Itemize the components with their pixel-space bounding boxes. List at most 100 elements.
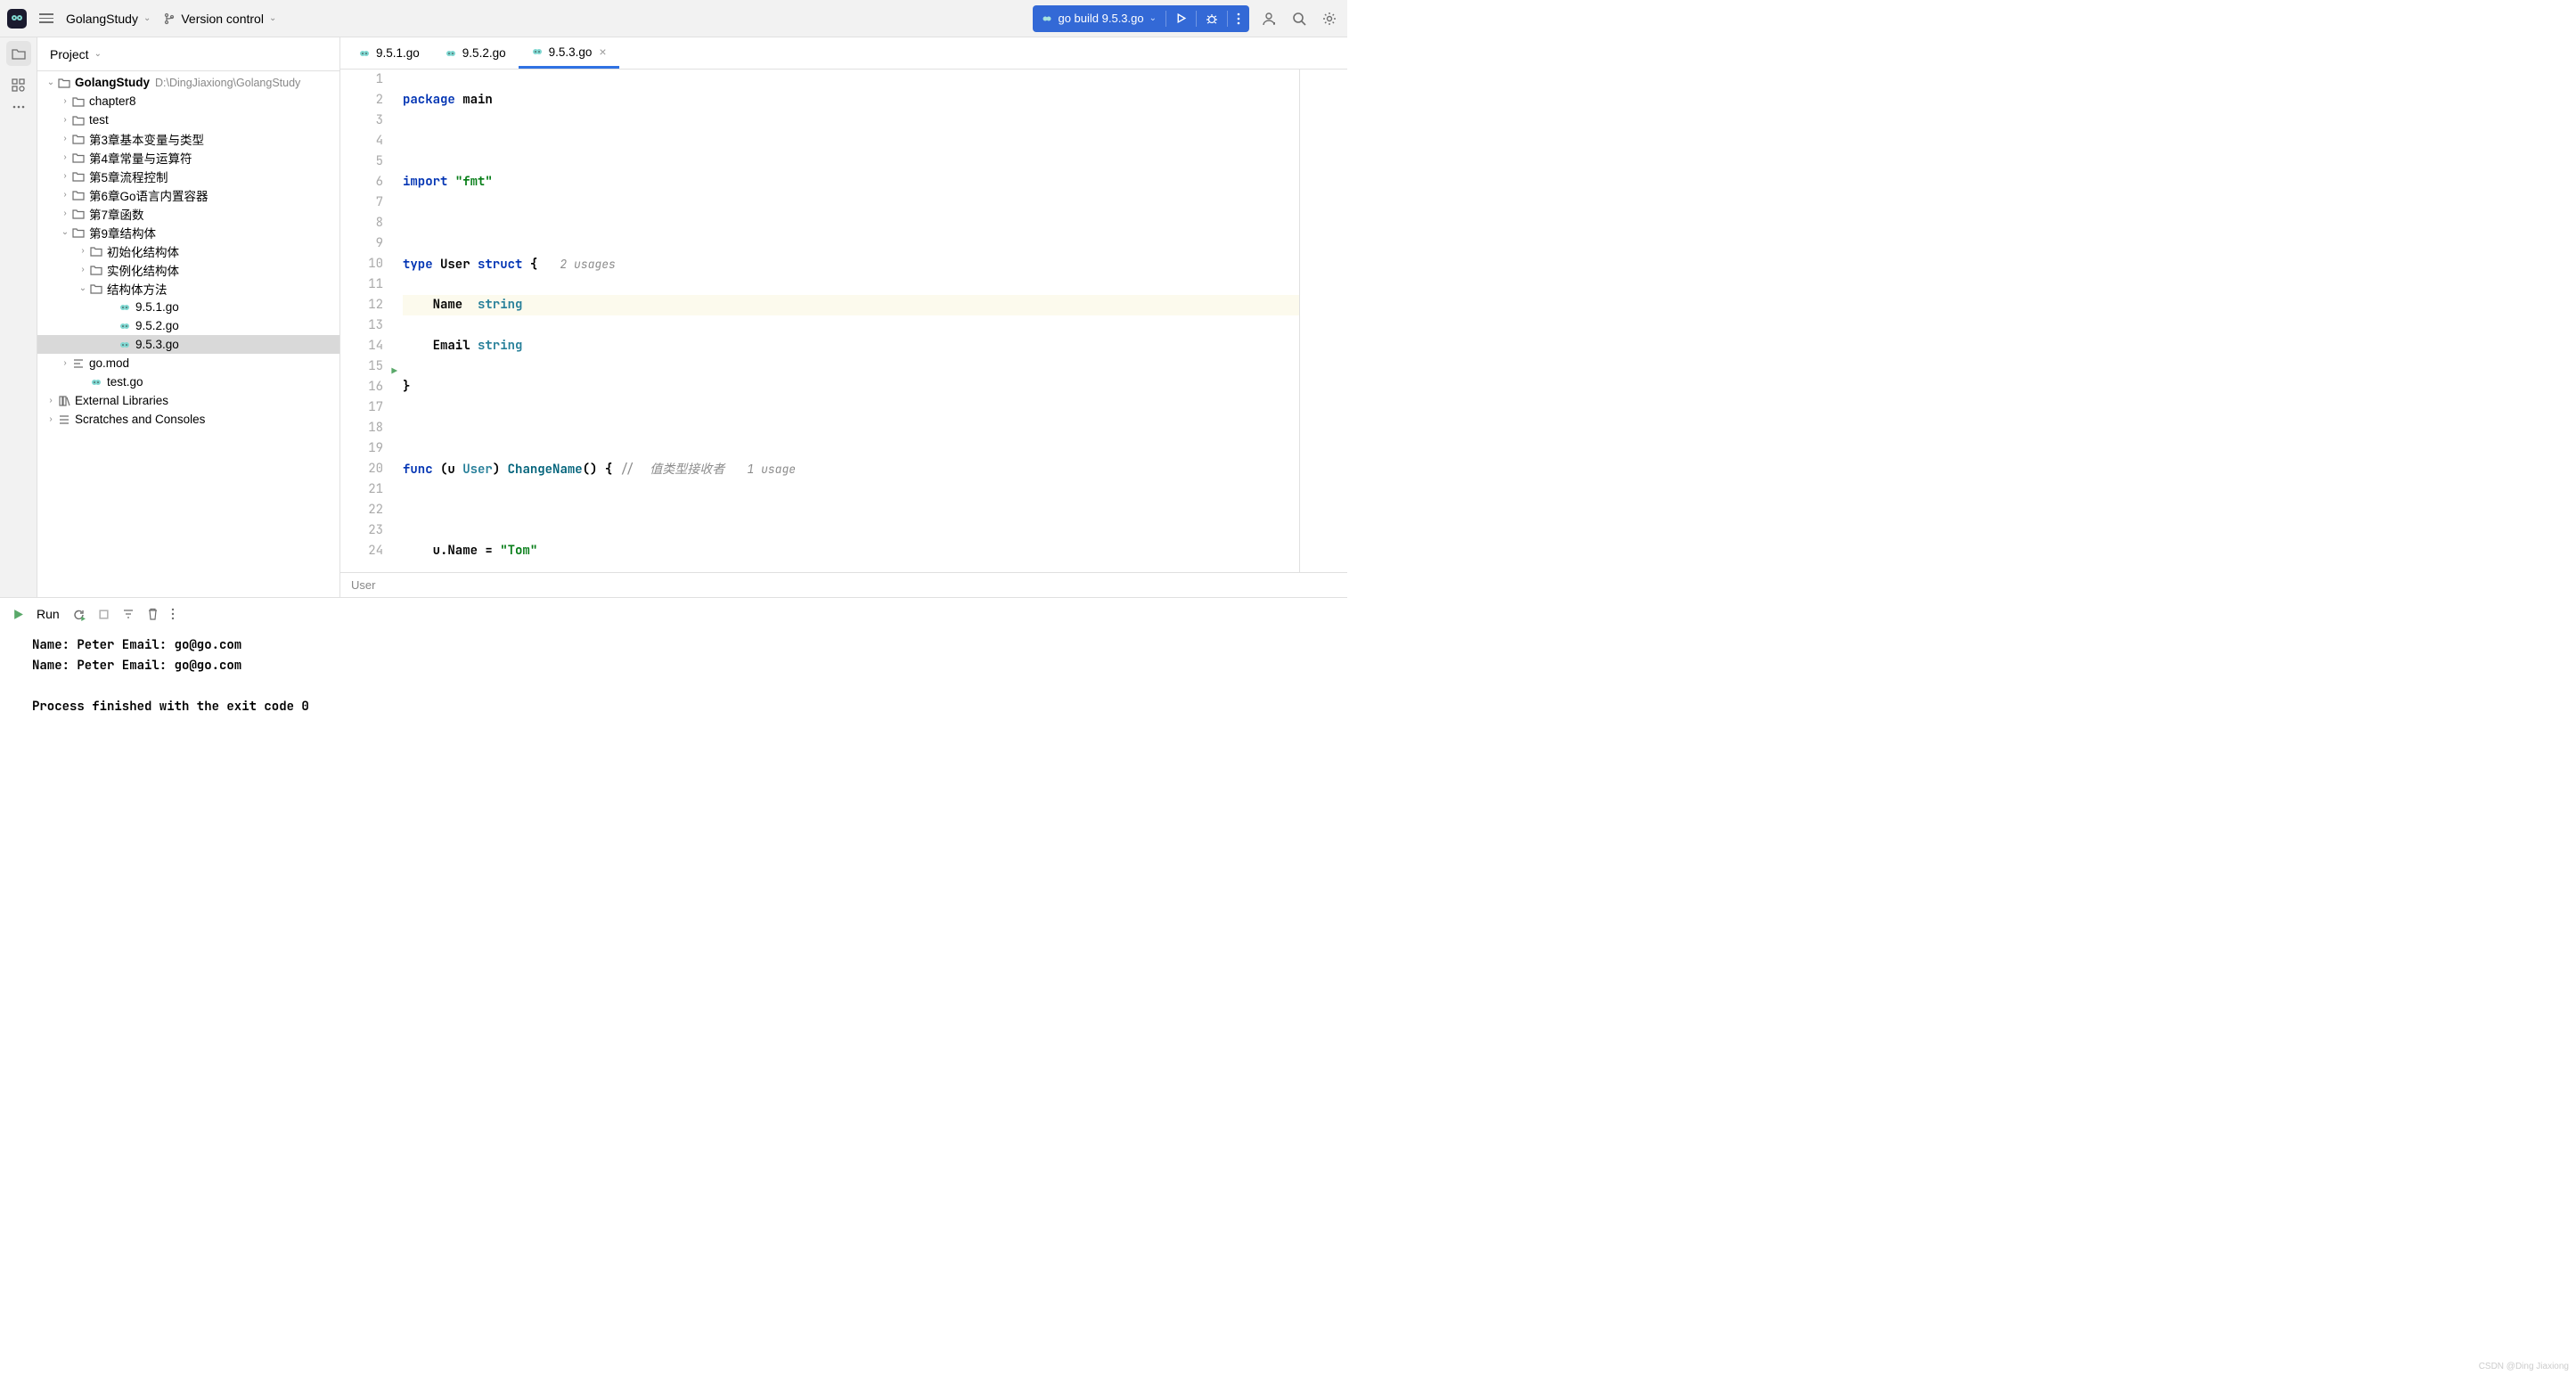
expand-toggle[interactable]: › [77,246,89,256]
hamburger-menu-icon[interactable] [39,13,53,23]
tree-node[interactable]: 9.5.2.go [37,316,339,335]
node-label: 第4章常量与运算符 [89,149,192,167]
expand-toggle[interactable]: ⌄ [45,78,57,87]
node-icon [71,134,86,144]
vcs-label: Version control [181,12,264,26]
console-exit: Process finished with the exit code 0 [32,697,1335,717]
folder-icon [57,78,71,88]
tree-node[interactable]: ⌄第9章结构体 [37,223,339,241]
tree-node[interactable]: › test [37,110,339,129]
expand-toggle[interactable]: › [59,115,71,125]
project-panel-title: Project [50,47,89,61]
expand-toggle[interactable]: › [59,134,71,143]
expand-toggle[interactable]: › [77,265,89,274]
expand-toggle[interactable]: › [59,190,71,200]
expand-toggle[interactable]: › [45,414,57,424]
editor-tab[interactable]: 9.5.2.go [432,37,519,69]
filter-icon [122,608,135,620]
tree-node[interactable]: test.go [37,372,339,391]
chevron-down-icon: ⌄ [269,13,276,23]
ellipsis-icon [12,105,25,109]
node-label: 9.5.2.go [135,319,179,332]
tree-node[interactable]: › 实例化结构体 [37,260,339,279]
tree-root[interactable]: ⌄ GolangStudy D:\DingJiaxiong\GolangStud… [37,73,339,92]
expand-toggle[interactable]: ⌄ [77,283,89,293]
node-icon [71,358,86,369]
node-icon [57,396,71,406]
tree-node[interactable]: ›第6章Go语言内置容器 [37,185,339,204]
right-gutter [1299,70,1347,572]
tree-node[interactable]: ⌄结构体方法 [37,279,339,298]
close-tab-icon[interactable]: × [599,45,606,59]
run-config-selector[interactable]: go build 9.5.3.go ⌄ [1033,5,1165,32]
tree-node[interactable]: › go.mod [37,354,339,372]
rerun-button[interactable] [72,608,86,621]
structure-tool-button[interactable] [12,78,26,93]
title-bar: GolangStudy ⌄ Version control ⌄ go build… [0,0,1347,37]
project-name: GolangStudy [66,12,138,26]
node-label: go.mod [89,356,129,370]
expand-toggle[interactable]: › [59,358,71,368]
search-button[interactable] [1288,8,1310,29]
settings-button[interactable] [1319,8,1340,29]
trash-button[interactable] [147,608,159,620]
chevron-down-icon: ⌄ [1149,13,1157,23]
node-icon [89,283,103,294]
node-label: 9.5.1.go [135,300,179,314]
account-button[interactable] [1258,8,1280,29]
debug-button[interactable] [1197,5,1227,32]
kebab-icon [1237,12,1240,25]
rerun-icon [72,608,86,621]
tree-node[interactable]: › 第4章常量与运算符 [37,148,339,167]
node-icon [71,190,86,201]
node-label: test [89,113,109,127]
tree-node[interactable]: 9.5.1.go [37,298,339,316]
tree-node[interactable]: ›chapter8 [37,92,339,110]
run-tool-icon[interactable] [12,609,24,620]
expand-toggle[interactable]: › [59,171,71,181]
project-selector[interactable]: GolangStudy ⌄ [66,12,151,26]
expand-toggle[interactable]: ⌄ [59,227,71,237]
more-button[interactable] [171,608,175,620]
editor-tab[interactable]: 9.5.1.go [346,37,432,69]
more-tools-button[interactable] [12,105,25,109]
expand-toggle[interactable]: › [59,96,71,106]
tree-node[interactable]: ›第7章函数 [37,204,339,223]
project-tree[interactable]: ⌄ GolangStudy D:\DingJiaxiong\GolangStud… [37,71,339,597]
project-panel-header[interactable]: Project ⌄ [37,37,339,71]
project-tool-button[interactable] [6,41,31,66]
console-output[interactable]: Name: Peter Email: go@go.com Name: Peter… [0,630,1347,730]
run-config-widget: go build 9.5.3.go ⌄ [1033,5,1249,32]
tree-node[interactable]: › Scratches and Consoles [37,410,339,429]
project-panel: Project ⌄ ⌄ GolangStudy D:\DingJiaxiong\… [37,37,340,597]
run-toolbar: Run [0,598,1347,630]
tree-node[interactable]: 9.5.3.go [37,335,339,354]
run-button[interactable] [1166,5,1196,32]
stop-button[interactable] [98,609,110,620]
expand-toggle[interactable]: › [45,396,57,405]
node-label: Scratches and Consoles [75,413,205,426]
editor-tab-active[interactable]: 9.5.3.go × [519,37,619,69]
tree-node[interactable]: ›第5章流程控制 [37,167,339,185]
more-actions-button[interactable] [1228,5,1249,32]
vcs-selector[interactable]: Version control ⌄ [163,12,276,26]
breadcrumb-item: User [351,578,375,592]
editor-breadcrumb[interactable]: User [340,572,1347,597]
go-file-icon [531,45,544,58]
node-label: 实例化结构体 [107,261,179,279]
filter-button[interactable] [122,608,135,620]
code-editor[interactable]: package main import "fmt" type User stru… [396,70,1299,572]
expand-toggle[interactable]: › [59,209,71,218]
chevron-down-icon: ⌄ [143,13,151,23]
node-icon [71,209,86,219]
expand-toggle[interactable]: › [59,152,71,162]
console-line: Name: Peter Email: go@go.com [32,635,1335,656]
node-label: 9.5.3.go [135,338,179,351]
tree-node[interactable]: ›External Libraries [37,391,339,410]
trash-icon [147,608,159,620]
tree-node[interactable]: ›第3章基本变量与类型 [37,129,339,148]
tree-node[interactable]: ›初始化结构体 [37,241,339,260]
structure-icon [12,78,26,93]
editor-area: 9.5.1.go 9.5.2.go 9.5.3.go × 12345678910… [340,37,1347,597]
folder-icon [12,47,26,60]
